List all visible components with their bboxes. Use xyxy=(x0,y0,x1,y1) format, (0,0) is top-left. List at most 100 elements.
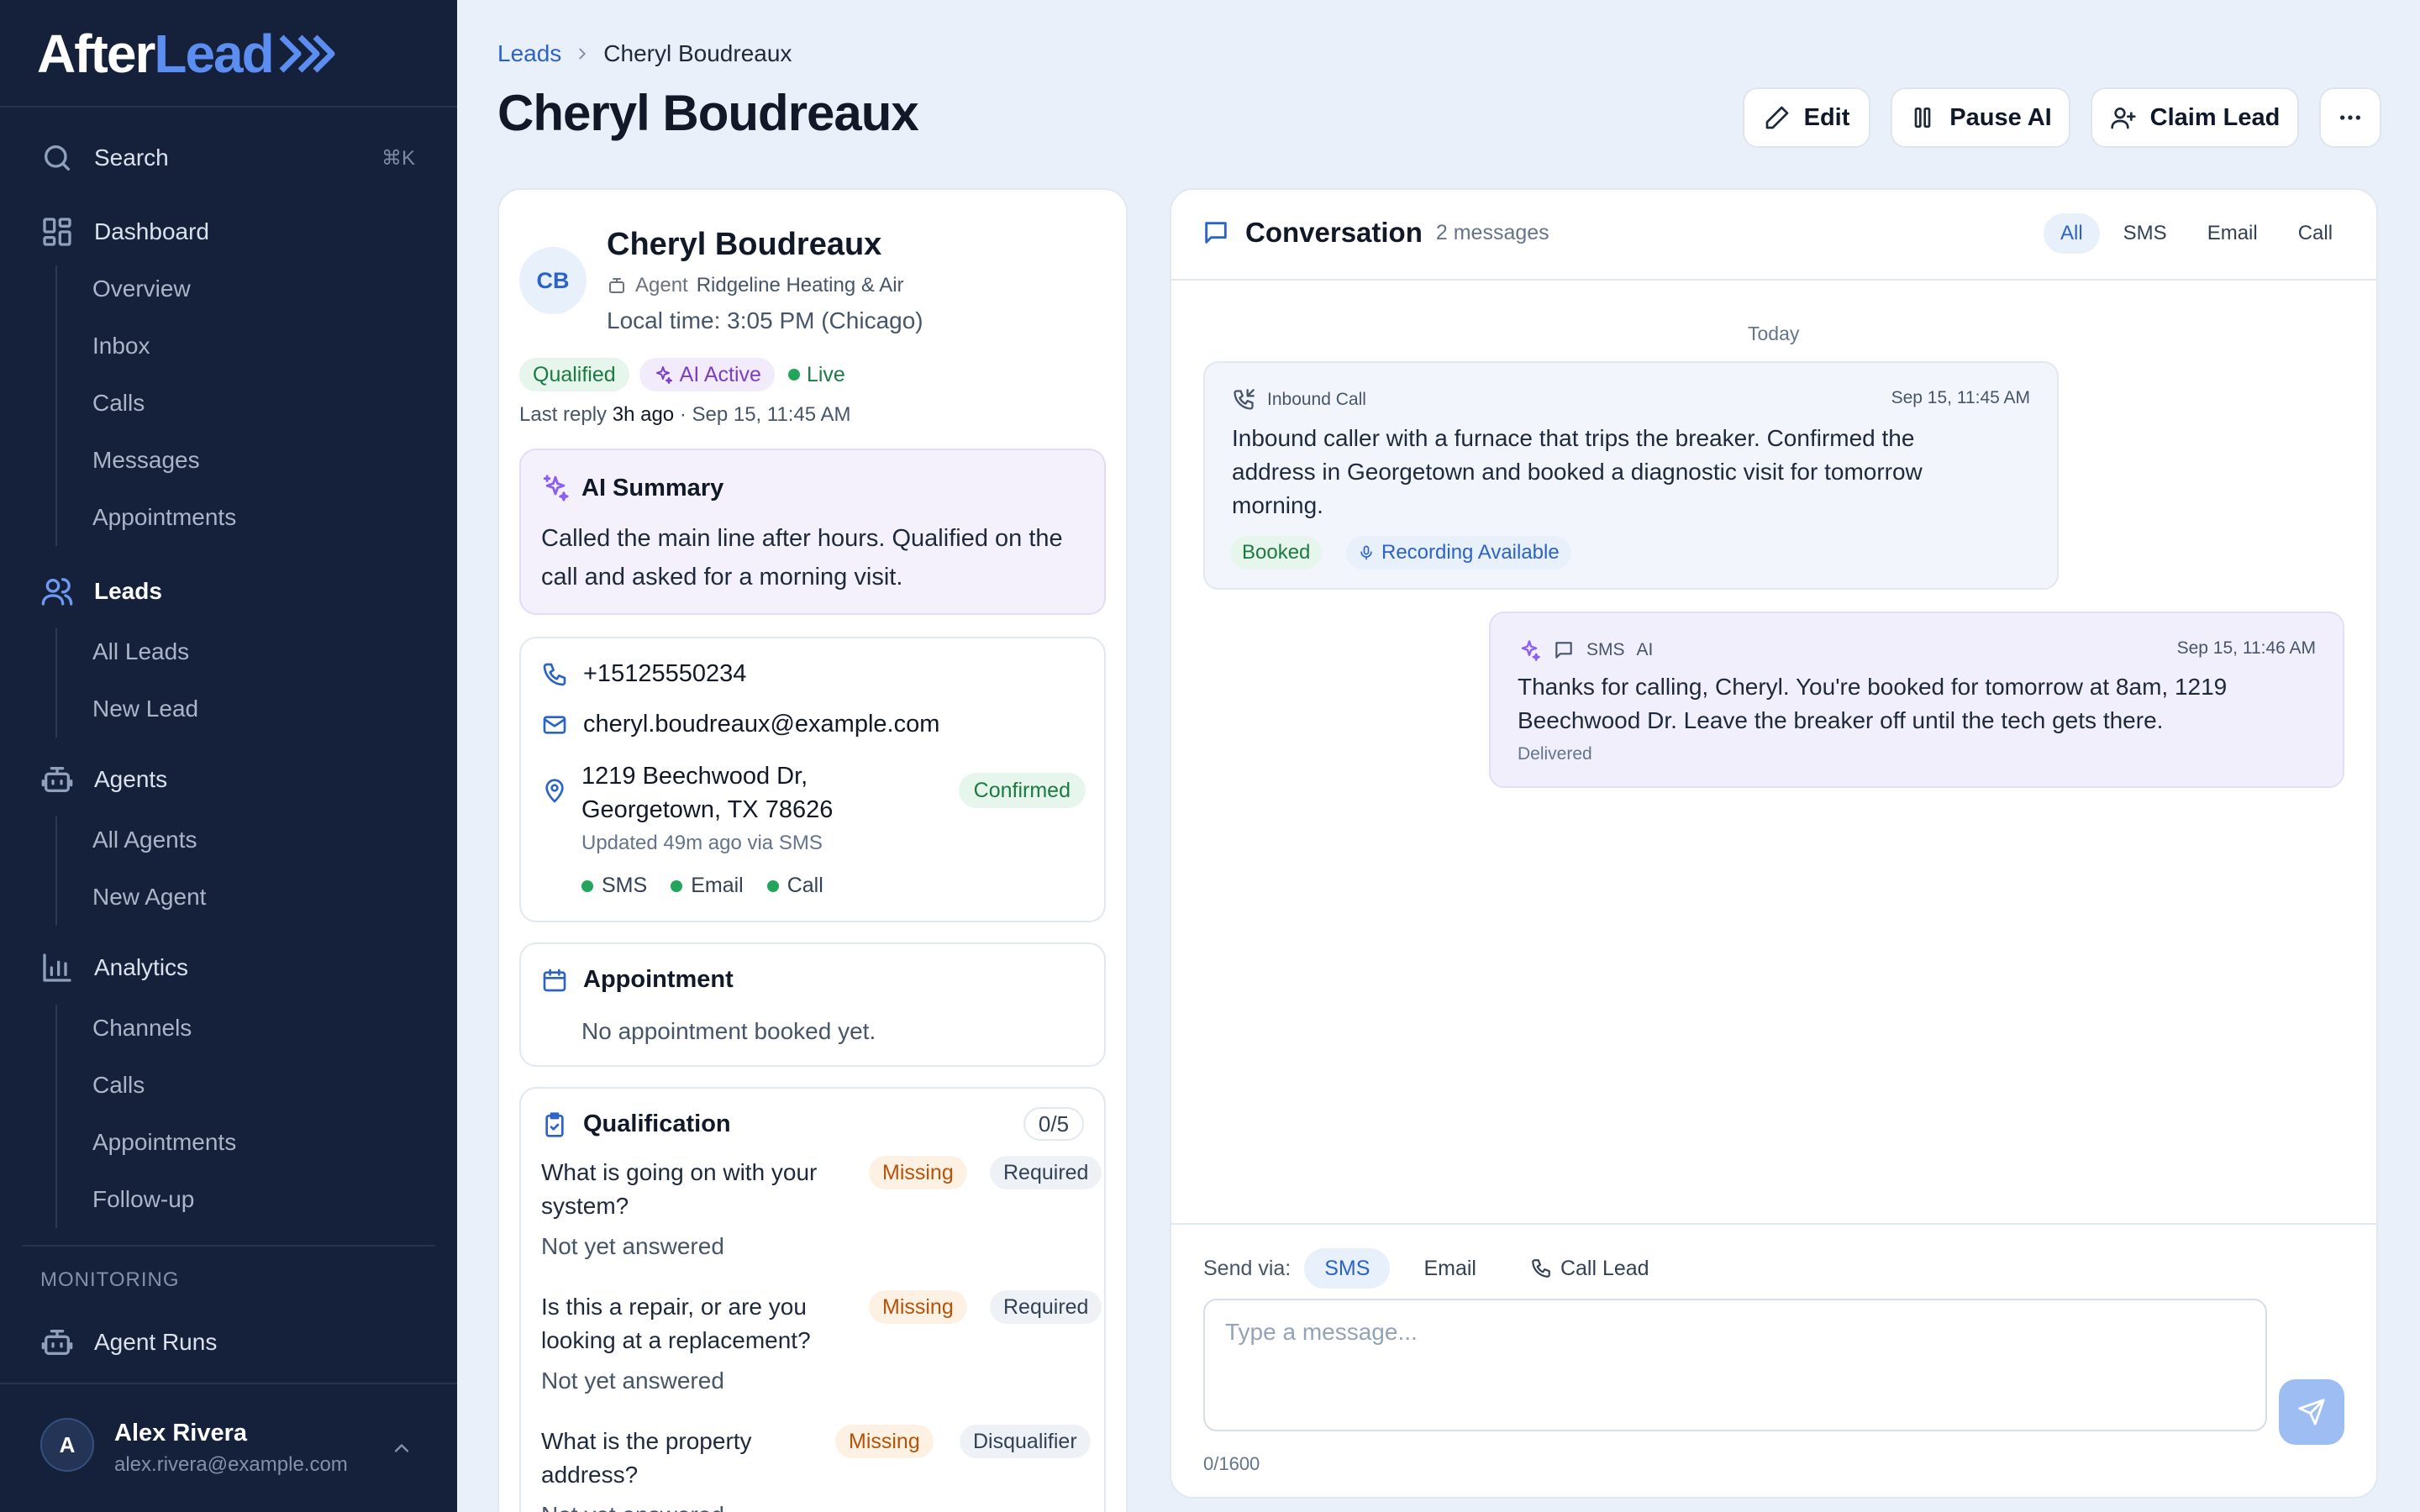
chevron-up-icon xyxy=(394,1444,409,1452)
user-menu[interactable]: A Alex Rivera alex.rivera@example.com xyxy=(0,1383,457,1512)
agents-subnav: All Agents New Agent xyxy=(55,816,206,926)
message-header: Inbound Call xyxy=(1232,388,1366,412)
sidebar-item-new-lead[interactable]: New Lead xyxy=(92,685,198,732)
sidebar-item-leads[interactable]: Leads xyxy=(0,564,457,618)
recording-available-button[interactable]: Recording Available xyxy=(1346,536,1571,570)
live-dot xyxy=(787,369,800,381)
sidebar-item-agent-runs[interactable]: Agent Runs xyxy=(0,1315,457,1369)
breadcrumb: Leads Cheryl Boudreaux xyxy=(497,40,792,67)
edit-button-label: Edit xyxy=(1803,103,1850,131)
sidebar-item-label: Agent Runs xyxy=(94,1329,218,1355)
question-text: What is the property address? xyxy=(541,1428,752,1488)
sidebar-item-label: Agents xyxy=(94,766,168,792)
booked-badge: Booked xyxy=(1230,536,1323,570)
message-input[interactable] xyxy=(1203,1299,2267,1431)
lead-address: 1219 Beechwood Dr, Georgetown, TX 78626 xyxy=(581,759,833,827)
phone-row[interactable]: +15125550234 xyxy=(541,660,746,688)
filter-all[interactable]: All xyxy=(2044,213,2100,254)
send-via-sms[interactable]: SMS xyxy=(1304,1248,1391,1289)
pause-ai-button-label: Pause AI xyxy=(1949,103,2052,131)
edit-button[interactable]: Edit xyxy=(1743,87,1870,148)
pause-icon xyxy=(1914,108,1931,128)
claim-lead-button[interactable]: Claim Lead xyxy=(2091,87,2299,148)
appointment-text: No appointment booked yet. xyxy=(581,1018,876,1044)
question-answer: Not yet answered xyxy=(541,1233,724,1259)
dashboard-grid-icon xyxy=(43,218,71,246)
pause-ai-button[interactable]: Pause AI xyxy=(1891,87,2070,148)
missing-badge: Missing xyxy=(835,1425,934,1458)
breadcrumb-leads-link[interactable]: Leads xyxy=(497,40,561,67)
sidebar-item-label: Leads xyxy=(94,578,162,604)
user-name: Alex Rivera xyxy=(114,1420,247,1446)
sparkles-icon xyxy=(1521,640,1540,661)
double-chevron-icon xyxy=(279,34,335,73)
send-via-email[interactable]: Email xyxy=(1403,1248,1497,1289)
message-outbound-sms: SMS AI Sep 15, 11:46 AM Thanks for calli… xyxy=(1489,612,2344,788)
robot-icon xyxy=(41,1330,73,1355)
question-text: Is this a repair, or are you looking at … xyxy=(541,1294,811,1353)
send-button[interactable] xyxy=(2279,1379,2344,1445)
message-body: Thanks for calling, Cheryl. You're booke… xyxy=(1518,670,2227,738)
sidebar-search[interactable]: Search ⌘K xyxy=(0,131,457,185)
sidebar-item-inbox[interactable]: Inbox xyxy=(92,323,150,370)
disqualifier-badge: Disqualifier xyxy=(960,1425,1091,1458)
afterlead-logo[interactable]: After Lead xyxy=(37,24,335,84)
robot-icon xyxy=(41,767,73,792)
sidebar-item-all-leads[interactable]: All Leads xyxy=(92,628,189,675)
sidebar: After Lead Search ⌘K Dashboard Overview I… xyxy=(0,0,457,1512)
sidebar-item-channels[interactable]: Channels xyxy=(92,1005,192,1052)
user-email: alex.rivera@example.com xyxy=(114,1453,348,1476)
sidebar-item-agents[interactable]: Agents xyxy=(0,753,457,806)
sidebar-item-messages[interactable]: Messages xyxy=(92,437,200,484)
sidebar-item-calls[interactable]: Calls xyxy=(92,380,145,427)
message-line: Inbound caller with a furnace that trips… xyxy=(1232,425,1915,451)
sidebar-item-overview[interactable]: Overview xyxy=(92,265,191,312)
lead-email: cheryl.boudreaux@example.com xyxy=(583,711,940,738)
call-lead-button[interactable]: Call Lead xyxy=(1510,1248,1670,1289)
channel-label: SMS xyxy=(602,874,648,897)
last-reply: Last reply 3h ago · Sep 15, 11:45 AM xyxy=(519,403,851,427)
sidebar-item-all-agents[interactable]: All Agents xyxy=(92,816,197,864)
sidebar-item-analytics-appointments[interactable]: Appointments xyxy=(92,1119,236,1166)
users-icon xyxy=(41,578,73,606)
sidebar-item-label: Dashboard xyxy=(94,218,209,244)
sidebar-item-new-agent[interactable]: New Agent xyxy=(92,874,206,921)
address-line2: Georgetown, TX 78626 xyxy=(581,796,834,823)
qualification-header: Qualification xyxy=(541,1110,731,1138)
filter-sms[interactable]: SMS xyxy=(2107,213,2184,254)
more-options-button[interactable] xyxy=(2319,87,2381,148)
sidebar-item-appointments[interactable]: Appointments xyxy=(92,494,236,541)
address-confirmed-badge: Confirmed xyxy=(958,773,1086,808)
filter-call[interactable]: Call xyxy=(2281,213,2349,254)
message-line: morning. xyxy=(1232,492,1323,518)
composer-divider xyxy=(1171,1223,2376,1225)
status-dot xyxy=(766,879,779,892)
lead-phone: +15125550234 xyxy=(583,660,747,687)
conversation-filters: All SMS Email Call xyxy=(2044,213,2349,254)
conversation-title: Conversation xyxy=(1245,217,1423,248)
ai-active-badge: AI Active xyxy=(639,358,775,391)
email-row[interactable]: cheryl.boudreaux@example.com xyxy=(541,711,939,738)
live-label: Live xyxy=(806,362,845,386)
sidebar-item-analytics[interactable]: Analytics xyxy=(0,941,457,995)
mail-icon xyxy=(543,715,566,734)
message-square-icon xyxy=(1555,642,1572,659)
address-updated: Updated 49m ago via SMS xyxy=(581,832,823,854)
filter-email[interactable]: Email xyxy=(2191,213,2275,254)
contact-info-panel: +15125550234 cheryl.boudreaux@example.co… xyxy=(519,637,1106,922)
message-status: Delivered xyxy=(1518,744,1592,764)
sidebar-item-dashboard[interactable]: Dashboard xyxy=(0,205,457,259)
qualification-title: Qualification xyxy=(583,1110,731,1137)
call-lead-label: Call Lead xyxy=(1560,1256,1649,1280)
microphone-icon xyxy=(1360,545,1372,560)
sidebar-item-analytics-calls[interactable]: Calls xyxy=(92,1062,145,1109)
missing-badge: Missing xyxy=(869,1290,967,1324)
ai-summary-header: AI Summary xyxy=(541,474,723,502)
missing-badge: Missing xyxy=(869,1156,967,1189)
status-dot xyxy=(671,879,683,892)
sidebar-item-follow-up[interactable]: Follow-up xyxy=(92,1176,194,1223)
sidebar-divider xyxy=(0,106,457,108)
appointment-panel: Appointment No appointment booked yet. xyxy=(519,942,1106,1067)
last-reply-when: · Sep 15, 11:45 AM xyxy=(679,403,851,426)
question-answer: Not yet answered xyxy=(541,1368,724,1394)
